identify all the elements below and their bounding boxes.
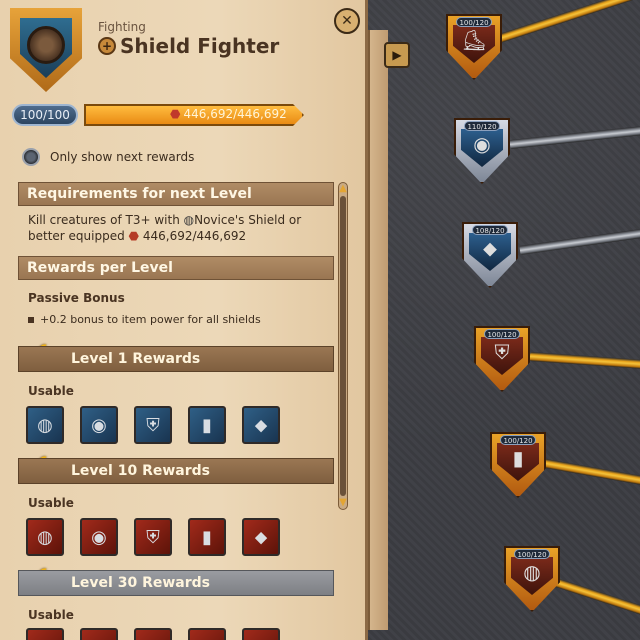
tower-shield-icon: ▮	[202, 414, 212, 436]
item-round-shield[interactable]: ◉	[80, 628, 118, 640]
toggle-label: Only show next rewards	[50, 150, 195, 164]
req-line1-b: Novice's Shield or	[194, 213, 302, 227]
shield-icon: ◍	[37, 637, 53, 640]
item-row: ◍ ◉ ⛨ ▮ ⬥	[26, 518, 280, 556]
toggle-radio[interactable]	[22, 148, 40, 166]
round-shield-icon: ◉	[91, 637, 107, 640]
req-line2-a: better equipped	[28, 229, 125, 243]
passive-item: +0.2 bonus to item power for all shields	[28, 313, 261, 326]
helm-shield-icon: ⛨	[146, 414, 160, 436]
helm-shield-icon: ⛨	[494, 340, 510, 364]
shield-icon: ◍	[37, 526, 53, 548]
skill-node[interactable]: ⛸ 100/120	[438, 8, 510, 86]
usable-label: Usable	[28, 384, 74, 398]
fame-icon: ⬣	[128, 229, 140, 243]
node-level: 100/120	[514, 549, 550, 559]
fame-icon: ⬣	[170, 107, 181, 121]
round-shield-icon: ◉	[473, 132, 491, 156]
shield-icon: ◍	[523, 560, 541, 584]
level-rewards-heading[interactable]: Level 10 Rewards	[18, 458, 334, 484]
item-shield[interactable]: ◍	[26, 628, 64, 640]
passive-text: +0.2 bonus to item power for all shields	[40, 313, 261, 326]
level-rewards-heading[interactable]: Level 1 Rewards	[18, 346, 334, 372]
usable-label: Usable	[28, 496, 74, 510]
item-helm-shield[interactable]: ⛨	[134, 628, 172, 640]
rewards-heading: Rewards per Level	[18, 256, 334, 280]
close-icon: ✕	[341, 13, 353, 29]
round-shield-icon: ◉	[91, 526, 107, 548]
node-level: 100/120	[484, 329, 520, 339]
kite-shield-icon: ⬥	[254, 414, 268, 436]
requirements-text: Kill creatures of T3+ with ◍Novice's Shi…	[28, 212, 328, 244]
skill-node[interactable]: ◍ 100/120	[496, 540, 568, 618]
plus-icon: +	[98, 37, 116, 55]
item-kite-shield[interactable]: ⬥	[242, 628, 280, 640]
item-shield[interactable]: ◍	[26, 518, 64, 556]
req-line1-a: Kill creatures of T3+ with	[28, 213, 180, 227]
item-helm-shield[interactable]: ⛨	[134, 406, 172, 444]
node-level: 100/120	[500, 435, 536, 445]
item-helm-shield[interactable]: ⛨	[134, 518, 172, 556]
boots-icon: ⛸	[461, 28, 487, 52]
item-round-shield[interactable]: ◉	[80, 518, 118, 556]
passive-title: Passive Bonus	[28, 291, 125, 305]
node-level: 110/120	[464, 121, 500, 131]
tower-shield-icon: ▮	[512, 446, 524, 470]
scroll-down-icon[interactable]: ▼	[337, 498, 349, 508]
scroll-thumb[interactable]	[340, 196, 346, 496]
skill-node[interactable]: ▮ 100/120	[482, 426, 554, 504]
item-row: ◍ ◉ ⛨ ▮ ⬥	[26, 628, 280, 640]
kite-shield-icon: ⬥	[255, 637, 268, 640]
shield-icon: ◍	[183, 213, 195, 227]
helm-shield-icon: ⛨	[146, 526, 160, 548]
item-shield[interactable]: ◍	[26, 406, 64, 444]
kite-shield-icon: ⬥	[254, 526, 268, 548]
req-line2-b: 446,692/446,692	[142, 229, 247, 243]
level-badge: 100/100	[12, 104, 78, 126]
skill-node[interactable]: ⬥ 108/120	[454, 216, 526, 294]
skill-node[interactable]: ⛨ 100/120	[466, 320, 538, 398]
panel-edge	[368, 30, 388, 630]
item-row: ◍ ◉ ⛨ ▮ ⬥	[26, 406, 280, 444]
node-level: 100/120	[456, 17, 492, 27]
title-row: + Shield Fighter	[98, 34, 279, 58]
level-rewards-heading[interactable]: Level 30 Rewards	[18, 570, 334, 596]
round-shield-icon	[27, 26, 65, 64]
page-title: Shield Fighter	[120, 34, 280, 58]
scroll-up-icon[interactable]: ▲	[337, 184, 349, 194]
fame-value: 446,692/446,692	[183, 107, 287, 121]
tower-shield-icon: ▮	[202, 526, 212, 548]
next-rewards-toggle[interactable]: Only show next rewards	[22, 148, 194, 166]
item-tower-shield[interactable]: ▮	[188, 628, 226, 640]
item-kite-shield[interactable]: ⬥	[242, 518, 280, 556]
item-round-shield[interactable]: ◉	[80, 406, 118, 444]
usable-label: Usable	[28, 608, 74, 622]
requirements-heading: Requirements for next Level	[18, 182, 334, 206]
item-tower-shield[interactable]: ▮	[188, 406, 226, 444]
node-level: 108/120	[472, 225, 508, 235]
helm-shield-icon: ⛨	[146, 637, 160, 640]
kite-shield-icon: ⬥	[483, 236, 497, 260]
item-tower-shield[interactable]: ▮	[188, 518, 226, 556]
fame-readout: ⬣ 446,692/446,692	[170, 107, 287, 121]
bullet-icon	[28, 316, 34, 323]
item-kite-shield[interactable]: ⬥	[242, 406, 280, 444]
play-arrow-icon[interactable]: ▶	[384, 42, 410, 68]
skill-category: Fighting	[98, 20, 146, 34]
tower-shield-icon: ▮	[202, 637, 212, 640]
skill-node[interactable]: ◉ 110/120	[446, 112, 518, 190]
close-button[interactable]: ✕	[334, 8, 360, 34]
round-shield-icon: ◉	[91, 414, 107, 436]
shield-icon: ◍	[37, 414, 53, 436]
